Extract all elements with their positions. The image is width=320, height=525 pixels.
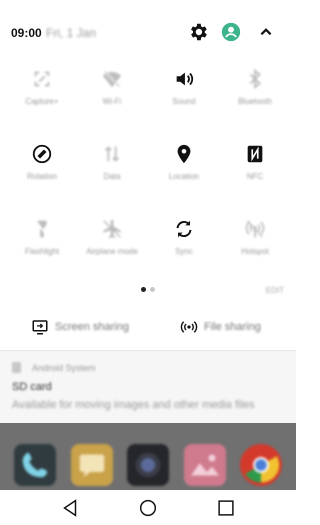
rotation-lock-icon — [31, 143, 53, 165]
tile-label: Wi-Fi — [102, 97, 122, 106]
chevron-up-icon[interactable] — [255, 21, 277, 43]
sd-card-icon — [12, 362, 21, 373]
clock: 09:00 — [11, 26, 42, 40]
tile-capture-plus[interactable]: Capture+ — [5, 62, 79, 122]
nfc-icon — [244, 143, 266, 165]
navigation-bar — [0, 490, 296, 525]
tile-label: Flashlight — [24, 247, 60, 256]
tile-sync[interactable]: Sync — [147, 212, 221, 272]
file-sharing-label: File sharing — [204, 321, 261, 333]
notification-shade: 09:00 Fri, 1 Jan Capture+ Wi-Fi Sound Bl… — [0, 0, 296, 348]
crop-icon — [31, 68, 53, 90]
bluetooth-icon — [244, 68, 266, 90]
speaker-icon — [173, 68, 195, 90]
notification-card[interactable]: Android System SD card Available for mov… — [0, 350, 296, 423]
tile-label: Bluetooth — [238, 97, 272, 106]
tile-rotation[interactable]: Rotation — [5, 137, 79, 197]
edit-button[interactable]: EDIT — [266, 286, 284, 295]
screen-share-icon — [32, 320, 48, 335]
tile-wifi[interactable]: Wi-Fi — [75, 62, 149, 122]
date: Fri, 1 Jan — [46, 26, 97, 40]
tile-label: NFC — [246, 172, 264, 181]
tile-nfc[interactable]: NFC — [218, 137, 292, 197]
status-header: 09:00 Fri, 1 Jan — [0, 0, 296, 64]
wifi-off-icon — [101, 68, 123, 90]
page-dot[interactable] — [150, 287, 155, 292]
tile-flashlight[interactable]: Flashlight — [5, 212, 79, 272]
tile-data[interactable]: Data — [75, 137, 149, 197]
tile-label: Sound — [172, 97, 196, 106]
message-icon[interactable] — [71, 444, 113, 486]
notification-title: SD card — [12, 381, 52, 393]
tile-label: Location — [168, 172, 200, 181]
chrome-icon[interactable] — [240, 444, 282, 486]
file-share-icon — [180, 321, 198, 333]
tile-bluetooth[interactable]: Bluetooth — [218, 62, 292, 122]
tile-label: Airplane mode — [86, 247, 138, 256]
tile-location[interactable]: Location — [147, 137, 221, 197]
tile-label: Hotspot — [241, 247, 269, 256]
tile-label: Rotation — [27, 172, 57, 181]
screen-sharing-label: Screen sharing — [55, 321, 129, 333]
tile-sound[interactable]: Sound — [147, 62, 221, 122]
back-icon[interactable] — [59, 497, 81, 519]
sync-icon — [173, 218, 195, 240]
settings-gear-icon[interactable] — [187, 21, 209, 43]
screen-sharing-button[interactable]: Screen sharing — [31, 316, 151, 338]
page-dot-active[interactable] — [141, 287, 146, 292]
page-indicator — [0, 287, 296, 292]
phone-icon[interactable] — [14, 444, 56, 486]
notification-body: Available for moving images and other me… — [12, 399, 255, 411]
hotspot-icon — [244, 218, 266, 240]
tile-hotspot[interactable]: Hotspot — [218, 212, 292, 272]
home-screen-dock — [0, 423, 296, 490]
data-arrows-icon — [101, 143, 123, 165]
home-icon[interactable] — [137, 497, 159, 519]
airplane-icon — [101, 218, 123, 240]
flashlight-icon — [31, 218, 53, 240]
file-sharing-button[interactable]: File sharing — [180, 316, 280, 338]
notification-app-name: Android System — [32, 363, 96, 373]
tile-airplane-mode[interactable]: Airplane mode — [75, 212, 149, 272]
tile-label: Capture+ — [25, 97, 59, 106]
location-pin-icon — [173, 143, 195, 165]
profile-icon[interactable] — [220, 21, 242, 43]
camera-icon[interactable] — [127, 444, 169, 486]
recents-icon[interactable] — [215, 497, 237, 519]
gallery-icon[interactable] — [184, 444, 226, 486]
notification-app: Android System — [12, 362, 96, 373]
tile-label: Data — [103, 172, 121, 181]
tile-label: Sync — [175, 247, 193, 256]
